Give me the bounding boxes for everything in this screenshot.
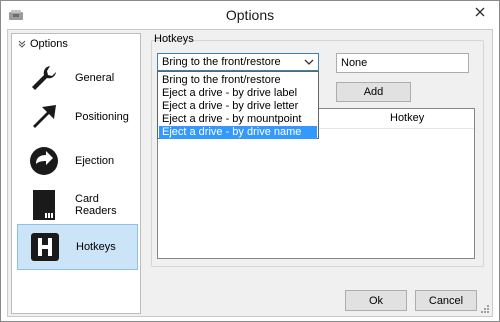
arrow-icon <box>27 100 61 134</box>
title-bar[interactable]: Options <box>1 1 499 29</box>
wrench-icon <box>27 61 61 95</box>
hotkey-field[interactable]: None <box>336 53 469 73</box>
chevron-down-icon <box>304 59 314 65</box>
cancel-button[interactable]: Cancel <box>415 290 477 311</box>
dropdown-option[interactable]: Eject a drive - by mountpoint <box>159 113 317 126</box>
options-tree: Options General Positioning Ejection Car… <box>11 33 141 314</box>
dropdown-option-highlighted[interactable]: Eject a drive - by drive name <box>159 126 317 139</box>
dropdown-option[interactable]: Eject a drive - by drive letter <box>159 100 317 113</box>
eject-arrow-icon <box>27 144 61 178</box>
collapse-chevron-icon[interactable] <box>18 40 26 48</box>
close-icon <box>475 7 485 17</box>
sidebar-item-label: Hotkeys <box>76 241 116 253</box>
dropdown-option[interactable]: Bring to the front/restore <box>159 74 317 87</box>
group-title: Hotkeys <box>154 33 194 45</box>
ok-button[interactable]: Ok <box>345 290 407 311</box>
sidebar-item-card-readers[interactable]: Card Readers <box>17 182 138 228</box>
sd-card-icon <box>27 188 61 222</box>
column-header-hotkey[interactable]: Hotkey <box>390 112 424 124</box>
tree-root-label: Options <box>30 38 68 50</box>
tree-root[interactable]: Options <box>18 37 68 51</box>
action-dropdown-list: Bring to the front/restore Eject a drive… <box>157 71 319 139</box>
window-title: Options <box>225 7 275 23</box>
sidebar-item-label: Positioning <box>75 111 129 123</box>
client-area: Options General Positioning Ejection Car… <box>7 29 493 317</box>
sidebar-item-positioning[interactable]: Positioning <box>17 94 138 140</box>
dropdown-option[interactable]: Eject a drive - by drive label <box>159 87 317 100</box>
action-select[interactable]: Bring to the front/restore <box>157 53 319 71</box>
sidebar-item-label: General <box>75 72 115 84</box>
add-button[interactable]: Add <box>336 82 411 102</box>
sidebar-item-label: Ejection <box>75 155 115 167</box>
action-select-value: Bring to the front/restore <box>162 56 281 68</box>
sidebar-item-ejection[interactable]: Ejection <box>17 138 138 184</box>
close-button[interactable] <box>467 3 493 21</box>
options-window: Options Options General Positioning Ejec… <box>0 0 500 322</box>
h-letter-icon <box>28 230 62 264</box>
sidebar-item-hotkeys[interactable]: Hotkeys <box>17 224 138 270</box>
resize-grip-icon[interactable] <box>480 304 490 314</box>
sidebar-item-label: Card Readers <box>75 193 117 217</box>
